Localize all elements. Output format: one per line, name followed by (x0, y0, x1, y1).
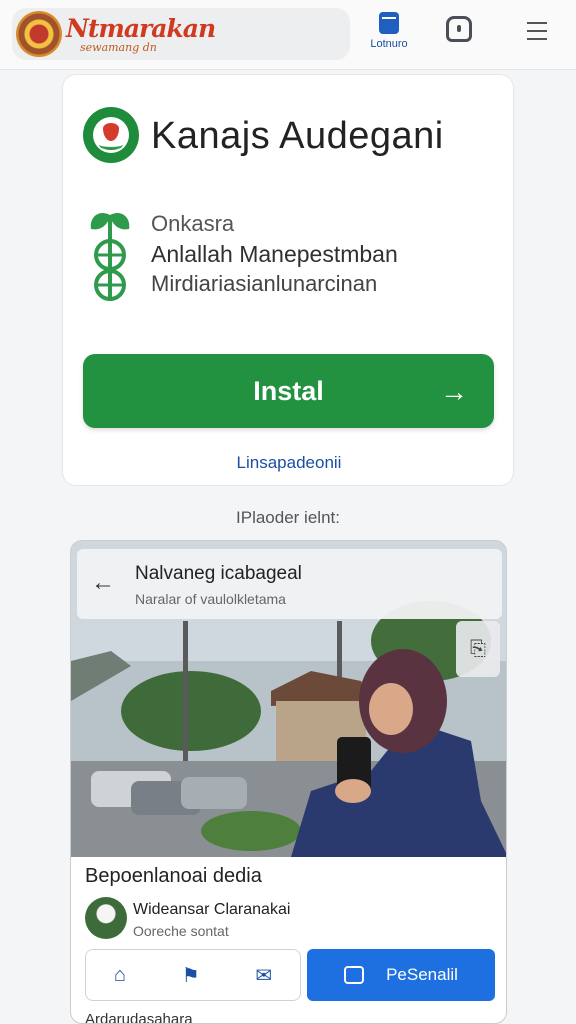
back-arrow-icon[interactable]: ← (91, 569, 115, 597)
map-icon[interactable]: ⚑ (182, 963, 200, 988)
arrow-right-icon: → (440, 376, 468, 407)
mail-icon[interactable]: ✉ (255, 963, 272, 988)
section-heading: IPlaoder ielnt: (236, 508, 340, 527)
primary-action-label: PeSenalil (386, 965, 458, 984)
install-button-label: Instal (253, 375, 324, 406)
preview-screenshot[interactable]: ← Nalvaneg icabageal Naralar of vaulolkl… (70, 540, 507, 1024)
phone-button-label: Lotnuro (370, 38, 408, 50)
author-subtitle: Ooreche sontat (133, 923, 229, 939)
home-icon[interactable]: ⌂ (114, 964, 126, 987)
preview-header-title: Nalvaneg icabageal (135, 563, 302, 584)
description-line-2: Anlallah Manepestmban (151, 241, 398, 267)
install-button[interactable]: Instal → (83, 354, 494, 428)
menu-icon (527, 22, 547, 40)
description-line-3: Mirdiariasianlunarcinan (151, 271, 378, 296)
post-title: Bepoenlanoai dedia (85, 865, 262, 887)
top-app-bar: Ntmarakan sewamang dn Lotnuro (0, 0, 576, 70)
notifications-button[interactable] (434, 12, 484, 60)
author-name[interactable]: Wideansar Claranakai (133, 901, 290, 919)
preview-header-subtitle: Naralar of vaulolkletama (135, 591, 286, 607)
menu-button[interactable] (512, 12, 562, 60)
app-title: Kanajs Audegani (151, 115, 444, 157)
app-info-card: Kanajs Audegani Onkasra Anlallah Manepes… (62, 74, 514, 486)
next-list-item: Ardarudasahara (85, 1011, 193, 1024)
avatar[interactable] (85, 897, 127, 939)
app-logo-icon (83, 107, 139, 163)
emblem-icon (16, 11, 62, 57)
action-toolbar: ⌂ ⚑ ✉ (85, 949, 301, 1001)
description-line-1: Onkasra (151, 211, 235, 236)
calendar-icon (344, 966, 365, 984)
preview-header: ← Nalvaneg icabageal Naralar of vaulolkl… (77, 549, 502, 619)
bell-icon (446, 16, 472, 42)
share-icon[interactable]: ⎘ (456, 621, 500, 677)
plant-icon (90, 212, 130, 301)
secondary-link[interactable]: Linsapadeonii (63, 453, 515, 473)
phone-button[interactable]: Lotnuro (364, 12, 414, 60)
brand-subtitle: sewamang dn (80, 41, 157, 54)
primary-action-button[interactable]: PeSenalil (307, 949, 495, 1001)
brand-logo[interactable]: Ntmarakan sewamang dn (12, 8, 350, 60)
phone-icon (379, 12, 399, 34)
brand-name: Ntmarakan (66, 14, 216, 43)
